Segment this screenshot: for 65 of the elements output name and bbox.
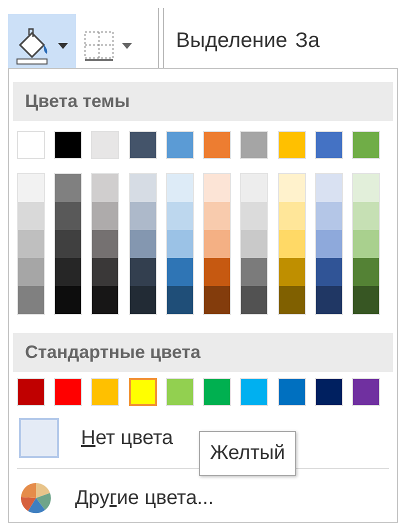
color-swatch[interactable] [130,230,156,258]
ribbon-label[interactable]: Выделение [176,29,288,53]
caret-icon [122,43,132,49]
color-swatch[interactable] [166,174,193,202]
color-swatch[interactable] [92,286,118,314]
section-header: Стандартные цвета [13,333,393,372]
color-swatch[interactable] [166,230,193,258]
color-swatch[interactable] [92,202,118,230]
color-swatch[interactable] [55,174,82,202]
color-swatch[interactable] [352,258,379,286]
color-swatch[interactable] [18,258,44,286]
color-swatch[interactable] [316,202,342,230]
borders-grid-icon [84,31,114,61]
color-swatch[interactable] [18,286,44,314]
color-swatch[interactable] [130,174,156,202]
color-swatch[interactable] [18,174,44,202]
color-swatch[interactable] [166,202,193,230]
color-swatch[interactable] [128,378,157,406]
color-swatch[interactable] [92,230,118,258]
color-swatch[interactable] [55,258,82,286]
empty-swatch-icon [19,418,59,458]
more-colors-option[interactable]: Другие цвета... [75,486,214,510]
color-swatch[interactable] [352,174,379,202]
color-swatch[interactable] [241,202,268,230]
ribbon-label[interactable]: За [295,29,320,53]
color-swatch[interactable] [241,174,268,202]
color-swatch[interactable] [55,230,82,258]
paint-bucket-icon [16,27,50,65]
color-swatch[interactable] [204,286,230,314]
color-swatch[interactable] [92,258,118,286]
color-swatch[interactable] [241,258,268,286]
color-swatch[interactable] [352,230,379,258]
color-swatch[interactable] [278,286,305,314]
color-swatch[interactable] [204,230,230,258]
color-swatch[interactable] [166,258,193,286]
color-swatch[interactable] [166,286,193,314]
fill-color-button[interactable] [8,14,76,68]
tooltip: Желтый [199,431,296,476]
color-swatch[interactable] [204,258,230,286]
color-swatch[interactable] [278,174,305,202]
color-swatch[interactable] [278,230,305,258]
color-swatch[interactable] [316,286,342,314]
color-swatch[interactable] [55,202,82,230]
palette-pie-icon [19,481,53,515]
color-swatch[interactable] [130,286,156,314]
color-swatch[interactable] [55,286,82,314]
color-swatch[interactable] [130,202,156,230]
color-swatch[interactable] [130,258,156,286]
color-swatch[interactable] [316,230,342,258]
color-swatch[interactable] [18,202,44,230]
color-swatch[interactable] [241,230,268,258]
no-color-option[interactable]: Нет цвета [81,426,174,450]
color-swatch[interactable] [352,202,379,230]
color-swatch[interactable] [18,230,44,258]
caret-icon [58,43,68,49]
color-swatch[interactable] [352,286,379,314]
color-swatch[interactable] [204,174,230,202]
color-swatch[interactable] [278,258,305,286]
color-swatch[interactable] [278,202,305,230]
color-swatch[interactable] [204,202,230,230]
color-swatch[interactable] [316,258,342,286]
color-swatch[interactable] [241,286,268,314]
color-swatch[interactable] [316,174,342,202]
color-swatch[interactable] [92,174,118,202]
section-header: Цвета темы [13,82,393,121]
